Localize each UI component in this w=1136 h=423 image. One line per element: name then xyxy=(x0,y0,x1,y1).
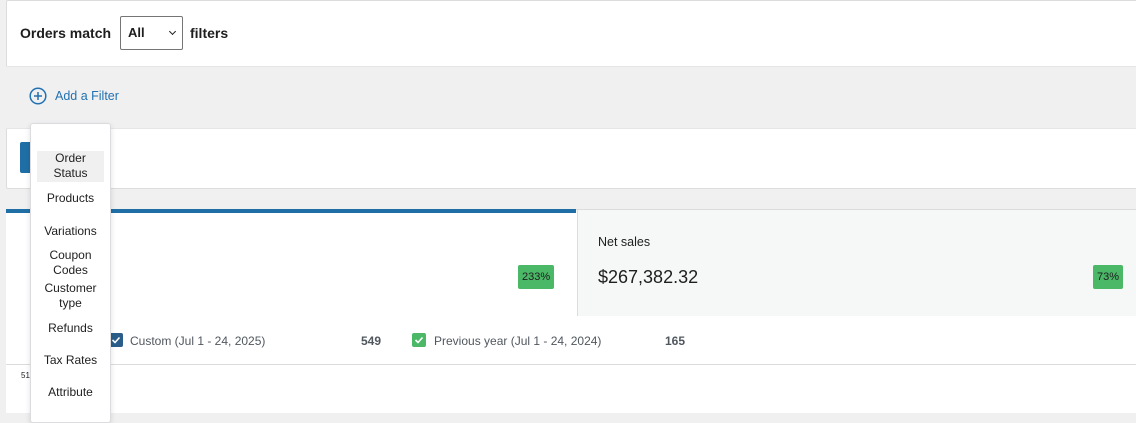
match-select[interactable]: All xyxy=(120,16,183,50)
filters-suffix-label: filters xyxy=(190,25,229,41)
legend-checkbox-current[interactable] xyxy=(109,333,123,347)
add-filter-menu: Order Status Products Variations Coupon … xyxy=(30,123,111,423)
add-circle-icon[interactable] xyxy=(29,87,47,105)
menu-item-customer-type[interactable]: Customer type xyxy=(37,281,104,311)
add-filter-button[interactable]: Add a Filter xyxy=(55,89,119,103)
check-icon xyxy=(414,336,424,344)
chevron-down-icon xyxy=(168,27,177,36)
add-filter-row xyxy=(6,66,1136,129)
legend-checkbox-previous[interactable] xyxy=(412,333,426,347)
menu-item-order-status[interactable]: Order Status xyxy=(37,151,104,182)
match-select-value: All xyxy=(128,25,145,40)
legend-label-previous: Previous year (Jul 1 - 24, 2024) xyxy=(434,334,602,348)
delta-badge: 233% xyxy=(518,265,555,289)
net-sales-value: $267,382.32 xyxy=(598,267,699,287)
menu-item-refunds[interactable]: Refunds xyxy=(37,321,104,336)
summary-item-net-sales[interactable] xyxy=(577,210,1136,316)
legend-value-previous: 165 xyxy=(665,334,686,348)
menu-item-products[interactable]: Products xyxy=(37,191,104,206)
orders-match-label: Orders match xyxy=(20,25,112,41)
menu-item-tax-rates[interactable]: Tax Rates xyxy=(37,353,104,368)
legend-label-current: Custom (Jul 1 - 24, 2025) xyxy=(130,334,266,348)
menu-item-coupon-codes[interactable]: Coupon Codes xyxy=(37,248,104,278)
net-sales-delta-badge: 73% xyxy=(1093,265,1124,289)
y-axis-tick: 51 xyxy=(21,371,30,380)
menu-item-attribute[interactable]: Attribute xyxy=(37,385,104,400)
check-icon xyxy=(111,336,121,344)
legend-value-current: 549 xyxy=(361,334,382,348)
chart-area xyxy=(6,365,1136,413)
menu-item-variations[interactable]: Variations xyxy=(37,224,104,239)
net-sales-label: Net sales xyxy=(598,235,651,249)
